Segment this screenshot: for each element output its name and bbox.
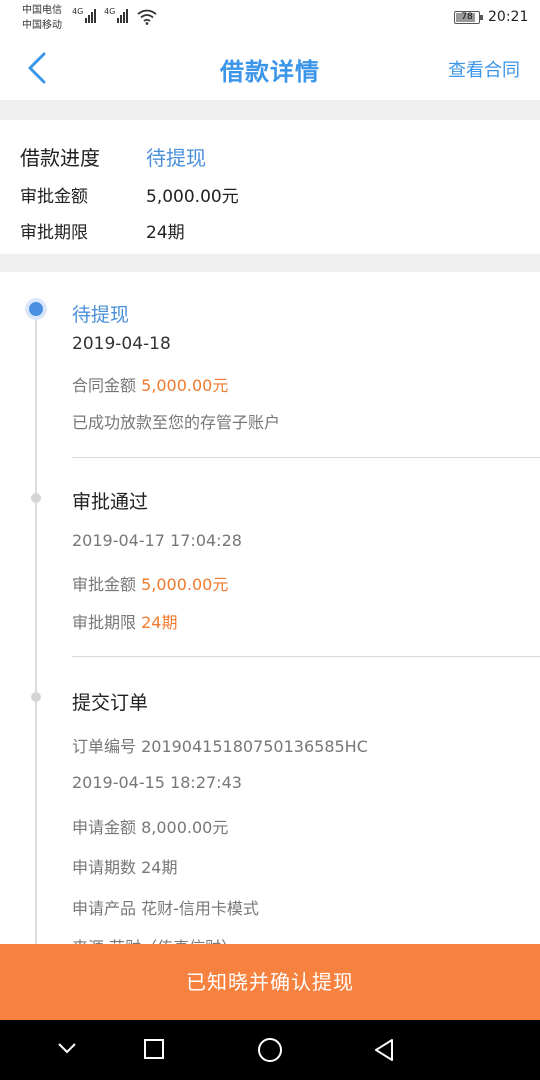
divider [0,100,540,120]
loan-timeline: 待提现 2019-04-18 合同金额 5,000.00元 已成功放款至您的存管… [0,272,540,944]
confirm-withdraw-button[interactable]: 已知晓并确认提现 [0,944,540,1020]
approved-amount-label: 审批金额 [72,575,137,594]
approved-term-row: 审批期限 24期 [20,218,185,243]
approved-term-row: 审批期限 24期 [72,609,177,633]
step-title: 待提现 [72,304,130,326]
carrier-1: 中国电信 [22,5,62,16]
approved-amount-value: 5,000.00元 [146,187,239,207]
divider [0,254,540,272]
approved-term-value: 24期 [141,613,178,632]
approved-amount-value: 5,000.00元 [141,575,229,594]
progress-value: 待提现 [146,146,206,170]
battery-icon: 78 [454,11,483,24]
step-title: 提交订单 [72,692,149,714]
timeline-dot-active [25,298,47,320]
approved-amount-label: 审批金额 [20,187,88,207]
step-date: 2019-04-18 [72,334,171,354]
view-contract-link[interactable]: 查看合同 [448,56,520,82]
signal-icon: 4G [72,7,97,23]
step-note: 已成功放款至您的存管子账户 [72,413,281,432]
approved-amount-row: 审批金额 5,000.00元 [20,182,239,207]
loan-summary: 借款进度 待提现 审批金额 5,000.00元 审批期限 24期 [0,120,540,254]
progress-row: 借款进度 待提现 [20,142,206,171]
approved-term-label: 审批期限 [72,613,137,632]
contract-amount-row: 合同金额 5,000.00元 [72,372,228,396]
timeline-dot [31,692,41,702]
signal-icon-2: 4G [104,7,129,23]
apply-term: 申请期数 24期 [72,858,178,877]
apply-product: 申请产品 花财-信用卡模式 [72,899,259,918]
timeline-dot [31,493,41,503]
step-title: 审批通过 [72,491,149,513]
step-datetime: 2019-04-17 17:04:28 [72,531,242,550]
step-separator [72,656,540,657]
step-separator [72,457,540,458]
chevron-down-icon[interactable] [56,1040,78,1056]
step-datetime: 2019-04-15 18:27:43 [72,773,242,792]
order-number: 订单编号 20190415180750136585HC [72,737,368,756]
apply-amount: 申请金额 8,000.00元 [72,818,229,837]
status-bar: 中国电信 中国移动 4G 4G 78 20:21 [0,0,540,38]
contract-amount-label: 合同金额 [72,376,137,395]
wifi-icon [137,9,157,25]
system-nav-bar [0,1020,540,1080]
clock: 20:21 [488,9,529,25]
back-icon[interactable] [372,1038,396,1062]
recent-apps-icon[interactable] [143,1038,165,1060]
app-header: 借款详情 查看合同 [0,38,540,100]
contract-amount-value: 5,000.00元 [141,376,229,395]
progress-label: 借款进度 [20,146,100,170]
timeline-line [35,312,37,944]
home-icon[interactable] [257,1037,283,1063]
approved-term-value: 24期 [146,223,185,243]
approved-term-label: 审批期限 [20,223,88,243]
carrier-2: 中国移动 [22,20,62,31]
carrier-info: 中国电信 中国移动 [22,3,62,33]
approved-amount-row: 审批金额 5,000.00元 [72,571,228,595]
source: 来源 花财（传真信财） [72,934,237,944]
